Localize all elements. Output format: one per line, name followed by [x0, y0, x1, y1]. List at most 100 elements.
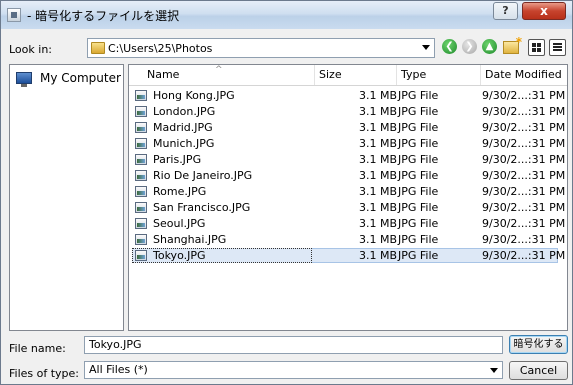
- column-header-size[interactable]: Size: [315, 65, 397, 85]
- file-name-cell: London.JPG: [153, 105, 216, 118]
- chevron-down-icon[interactable]: [490, 368, 498, 373]
- new-folder-icon: [503, 35, 522, 54]
- parent-folder-button[interactable]: ▲: [482, 39, 499, 56]
- file-row[interactable]: Seoul.JPG 3.1 MB JPG File 9/30/2...:31 PM: [129, 216, 567, 231]
- file-type-cell: JPG File: [398, 89, 439, 102]
- new-folder-button[interactable]: [503, 35, 522, 56]
- chevron-down-icon[interactable]: [422, 45, 430, 50]
- column-header-name[interactable]: Name ^: [143, 65, 315, 85]
- sort-ascending-icon: ^: [215, 65, 223, 75]
- file-size-cell: 3.1 MB: [358, 169, 397, 182]
- file-date-cell: 9/30/2...:31 PM: [482, 201, 566, 214]
- file-size-cell: 3.1 MB: [358, 89, 397, 102]
- column-header-row: Name ^ Size Type Date Modified: [129, 65, 567, 86]
- image-file-icon: [135, 186, 147, 197]
- forward-button[interactable]: ❯: [462, 39, 479, 56]
- file-name-cell: Seoul.JPG: [153, 217, 206, 230]
- file-name-cell: Madrid.JPG: [153, 121, 213, 134]
- app-icon: [7, 8, 21, 22]
- image-file-icon: [135, 90, 147, 101]
- up-arrow-icon: ▲: [482, 39, 497, 54]
- file-type-cell: JPG File: [398, 105, 439, 118]
- detail-view-icon: [553, 43, 562, 52]
- image-file-icon: [135, 202, 147, 213]
- close-button[interactable]: x: [522, 2, 566, 20]
- file-size-cell: 3.1 MB: [358, 153, 397, 166]
- image-file-icon: [135, 106, 147, 117]
- file-row[interactable]: London.JPG 3.1 MB JPG File 9/30/2...:31 PM: [129, 104, 567, 119]
- look-in-combo[interactable]: C:\Users\25\Photos: [87, 38, 435, 58]
- cancel-button[interactable]: Cancel: [509, 361, 568, 380]
- back-button[interactable]: ❮: [442, 39, 459, 56]
- file-date-cell: 9/30/2...:31 PM: [482, 185, 566, 198]
- file-date-cell: 9/30/2...:31 PM: [482, 153, 566, 166]
- file-name-cell: Hong Kong.JPG: [153, 89, 235, 102]
- sidebar-item-label: My Computer: [40, 71, 121, 85]
- file-size-cell: 3.1 MB: [358, 105, 397, 118]
- file-size-cell: 3.1 MB: [358, 233, 397, 246]
- file-row[interactable]: Paris.JPG 3.1 MB JPG File 9/30/2...:31 PM: [129, 152, 567, 167]
- file-name-label: File name:: [9, 342, 66, 355]
- file-type-cell: JPG File: [398, 185, 439, 198]
- list-view-icon: [532, 43, 541, 52]
- file-size-cell: 3.1 MB: [358, 137, 397, 150]
- list-view-button[interactable]: [528, 39, 545, 56]
- file-row[interactable]: Shanghai.JPG 3.1 MB JPG File 9/30/2...:31 P…: [129, 232, 567, 247]
- file-size-cell: 3.1 MB: [358, 249, 397, 262]
- sidebar: My Computer: [9, 64, 124, 331]
- file-date-cell: 9/30/2...:31 PM: [482, 137, 566, 150]
- file-type-cell: JPG File: [398, 201, 439, 214]
- file-row[interactable]: Rio De Janeiro.JPG 3.1 MB JPG File 9/30/2..…: [129, 168, 567, 183]
- file-type-cell: JPG File: [398, 153, 439, 166]
- file-size-cell: 3.1 MB: [358, 201, 397, 214]
- file-type-cell: JPG File: [398, 137, 439, 150]
- image-file-icon: [135, 122, 147, 133]
- file-row[interactable]: Madrid.JPG 3.1 MB JPG File 9/30/2...:31 PM: [129, 120, 567, 135]
- file-date-cell: 9/30/2...:31 PM: [482, 105, 566, 118]
- image-file-icon: [135, 250, 147, 261]
- file-name-cell: Munich.JPG: [153, 137, 215, 150]
- computer-icon: [16, 72, 32, 87]
- file-size-cell: 3.1 MB: [358, 185, 397, 198]
- look-in-path: C:\Users\25\Photos: [108, 42, 213, 55]
- file-date-cell: 9/30/2...:31 PM: [482, 169, 566, 182]
- folder-icon: [91, 42, 105, 54]
- forward-arrow-icon: ❯: [462, 39, 477, 54]
- file-type-cell: JPG File: [398, 249, 439, 262]
- file-type-value: All Files (*): [89, 363, 148, 376]
- file-row[interactable]: Hong Kong.JPG 3.1 MB JPG File 9/30/2...:31 …: [129, 88, 567, 103]
- image-file-icon: [135, 138, 147, 149]
- file-row[interactable]: San Francisco.JPG 3.1 MB JPG File 9/30/2...…: [129, 200, 567, 215]
- file-name-cell: Paris.JPG: [153, 153, 202, 166]
- column-header-date[interactable]: Date Modified: [481, 65, 567, 85]
- window-title: - 暗号化するファイルを選択: [27, 9, 180, 23]
- file-row[interactable]: Munich.JPG 3.1 MB JPG File 9/30/2...:31 PM: [129, 136, 567, 151]
- file-type-select[interactable]: All Files (*): [84, 361, 503, 379]
- file-date-cell: 9/30/2...:31 PM: [482, 217, 566, 230]
- title-bar[interactable]: - 暗号化するファイルを選択 ? x: [1, 1, 572, 29]
- detail-view-button[interactable]: [549, 39, 566, 56]
- column-header-type[interactable]: Type: [397, 65, 481, 85]
- file-date-cell: 9/30/2...:31 PM: [482, 233, 566, 246]
- file-date-cell: 9/30/2...:31 PM: [482, 121, 566, 134]
- file-type-cell: JPG File: [398, 169, 439, 182]
- encrypt-button[interactable]: 暗号化する: [509, 335, 568, 354]
- column-header-label: Name: [147, 68, 180, 81]
- image-file-icon: [135, 154, 147, 165]
- file-row[interactable]: Tokyo.JPG 3.1 MB JPG File 9/30/2...:31 PM: [129, 248, 567, 263]
- file-list[interactable]: Name ^ Size Type Date Modified Hong Kong…: [128, 64, 568, 331]
- file-size-cell: 3.1 MB: [358, 217, 397, 230]
- image-file-icon: [135, 218, 147, 229]
- file-name-cell: Rio De Janeiro.JPG: [153, 169, 253, 182]
- file-name-input[interactable]: Tokyo.JPG: [84, 336, 503, 354]
- file-type-cell: JPG File: [398, 217, 439, 230]
- file-row[interactable]: Rome.JPG 3.1 MB JPG File 9/30/2...:31 PM: [129, 184, 567, 199]
- back-arrow-icon: ❮: [442, 39, 457, 54]
- look-in-label: Look in:: [9, 43, 52, 56]
- file-date-cell: 9/30/2...:31 PM: [482, 249, 566, 262]
- file-type-cell: JPG File: [398, 121, 439, 134]
- file-date-cell: 9/30/2...:31 PM: [482, 89, 566, 102]
- help-button[interactable]: ?: [493, 2, 518, 20]
- file-size-cell: 3.1 MB: [358, 121, 397, 134]
- file-type-cell: JPG File: [398, 233, 439, 246]
